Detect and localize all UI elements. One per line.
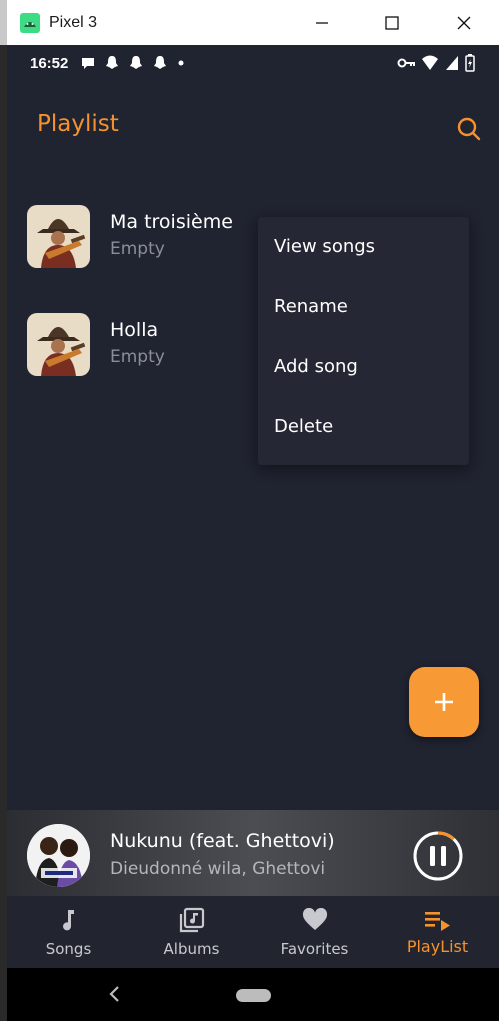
maximize-button[interactable] [357, 0, 427, 45]
ghost-icon-2 [130, 56, 143, 69]
bottom-navigation: Songs Albums Favorites PlayList [7, 896, 499, 968]
window-edge [0, 45, 7, 1021]
menu-item-add-song[interactable]: Add song [274, 346, 464, 386]
wifi-icon [422, 55, 438, 70]
nav-label-songs: Songs [45, 940, 92, 958]
status-bar: 16:52 [7, 45, 499, 81]
playback-progress-ring [437, 831, 455, 841]
now-playing-artist: Dieudonné wila, Ghettovi [110, 859, 326, 879]
nav-label-albums: Albums [163, 940, 220, 958]
window-title-bar: Pixel 3 [7, 0, 499, 45]
playlist-subtitle: Empty [110, 347, 165, 367]
battery-icon [465, 54, 475, 72]
nav-item-songs[interactable]: Songs [7, 896, 130, 968]
playlist-icon [423, 906, 453, 934]
minimize-button[interactable] [287, 0, 357, 45]
pause-icon [430, 846, 435, 866]
emulator-window: Pixel 3 16:52 Playlist Ma troisième Empt… [0, 0, 499, 1021]
playlist-name: Holla [110, 319, 159, 341]
nav-item-albums[interactable]: Albums [130, 896, 253, 968]
nav-item-favorites[interactable]: Favorites [253, 896, 376, 968]
system-navigation-bar [7, 968, 499, 1021]
system-status-icons [397, 54, 475, 72]
signal-icon [446, 56, 458, 70]
playlist-name: Ma troisième [110, 211, 233, 233]
chat-bubble-icon [82, 58, 95, 69]
nav-item-playlist[interactable]: PlayList [376, 896, 499, 968]
nav-label-playlist: PlayList [406, 937, 469, 956]
pause-button[interactable] [412, 830, 464, 882]
playlist-subtitle: Empty [110, 239, 165, 259]
phone-screen: 16:52 Playlist Ma troisième Empty Holla … [7, 45, 499, 1021]
plus-icon [435, 693, 453, 711]
android-icon [20, 12, 40, 33]
heart-icon [300, 906, 330, 934]
playlist-context-menu: View songs Rename Add song Delete [258, 217, 469, 465]
dot-icon [178, 60, 184, 66]
page-title: Playlist [37, 111, 119, 137]
menu-item-delete[interactable]: Delete [274, 406, 464, 446]
album-icon [177, 906, 207, 934]
playlist-artwork [27, 205, 90, 268]
ghost-icon-3 [154, 56, 167, 69]
window-title: Pixel 3 [49, 13, 98, 31]
add-playlist-button[interactable] [409, 667, 479, 737]
ghost-icon [106, 56, 119, 69]
now-playing-artwork [27, 824, 90, 887]
playlist-artwork [27, 313, 90, 376]
notification-icons [80, 55, 186, 71]
vpn-key-icon [397, 58, 415, 68]
menu-item-view-songs[interactable]: View songs [274, 226, 464, 266]
home-pill[interactable] [236, 989, 271, 1002]
close-icon [457, 16, 471, 29]
status-time: 16:52 [30, 54, 69, 72]
nav-label-favorites: Favorites [280, 940, 349, 958]
back-icon[interactable] [107, 984, 121, 1004]
mini-player[interactable]: Nukunu (feat. Ghettovi) Dieudonné wila, … [7, 810, 499, 896]
music-note-icon [54, 906, 84, 934]
maximize-icon [385, 15, 399, 30]
now-playing-title: Nukunu (feat. Ghettovi) [110, 830, 335, 852]
close-button[interactable] [429, 0, 499, 45]
search-icon[interactable] [456, 116, 482, 142]
minimize-icon [316, 21, 328, 24]
menu-item-rename[interactable]: Rename [274, 286, 464, 326]
